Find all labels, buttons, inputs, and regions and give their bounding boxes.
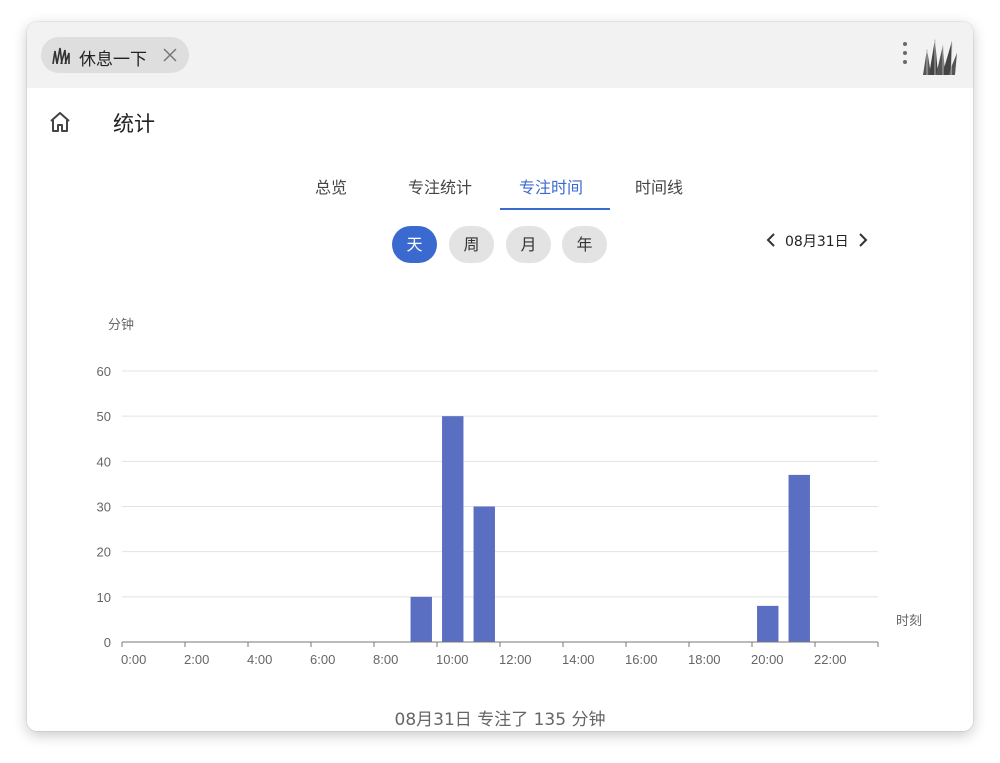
more-vert-icon[interactable] [903,42,907,69]
chart-bar [442,416,464,642]
chart-y-ticks: 0 10 20 30 40 50 60 [97,364,111,650]
range-day-button[interactable]: 天 [392,226,437,263]
x-tick-label: 20:00 [751,652,784,667]
range-week-button[interactable]: 周 [449,226,494,263]
tab-timeline[interactable]: 时间线 [635,174,683,198]
window-tab[interactable]: 休息一下 [41,37,189,73]
chart-bar [410,596,432,642]
chart-bars [410,416,810,642]
chart-bar [788,474,810,642]
chart-bar [757,605,779,642]
x-tick-label: 10:00 [436,652,469,667]
chevron-left-icon[interactable] [765,232,777,248]
chart-x-label: 时刻 [896,613,922,628]
focus-time-chart: 0 10 20 30 40 50 60 0:00 2:00 4:00 6:00 8:00 10:00 1… [97,317,922,667]
y-tick-label: 20 [97,545,111,560]
range-year-button[interactable]: 年 [562,226,607,263]
chevron-right-icon[interactable] [857,232,869,248]
title-bar: 休息一下 [27,22,973,88]
x-tick-label: 14:00 [562,652,595,667]
grass-logo-icon [923,39,957,75]
range-month-button[interactable]: 月 [506,226,551,263]
focus-summary: 08月31日 专注了 135 分钟 [394,710,606,730]
app-window: 休息一下 统计 总览 专注统计 专注时间 时间线 天 周 月 年 08月31日 [27,22,973,731]
tab-focus-time[interactable]: 专注时间 [519,174,583,198]
active-tab-indicator [500,208,610,210]
chart-bar [473,506,495,642]
x-tick-label: 22:00 [814,652,847,667]
chart-y-label: 分钟 [108,317,134,332]
chart-grid [122,370,878,598]
y-tick-label: 50 [97,409,111,424]
tab-focus-stats[interactable]: 专注统计 [408,174,472,198]
x-tick-label: 0:00 [121,652,146,667]
x-tick-label: 16:00 [625,652,658,667]
y-tick-label: 30 [97,500,111,515]
date-label: 08月31日 [785,234,849,250]
x-tick-label: 8:00 [373,652,398,667]
grass-icon [52,47,70,64]
x-tick-label: 18:00 [688,652,721,667]
x-tick-label: 6:00 [310,652,335,667]
x-tick-label: 4:00 [247,652,272,667]
home-icon[interactable] [48,111,72,133]
y-tick-label: 0 [104,635,111,650]
x-tick-label: 12:00 [499,652,532,667]
page-title: 统计 [113,112,155,136]
tab-overview[interactable]: 总览 [315,174,347,198]
y-tick-label: 60 [97,364,111,379]
x-tick-label: 2:00 [184,652,209,667]
window-tab-title: 休息一下 [79,50,147,70]
y-tick-label: 40 [97,454,111,469]
y-tick-label: 10 [97,590,111,605]
chart-x-axis: 0:00 2:00 4:00 6:00 8:00 10:00 12:00 14:00 16:00… [121,641,879,667]
close-icon[interactable] [163,48,177,62]
